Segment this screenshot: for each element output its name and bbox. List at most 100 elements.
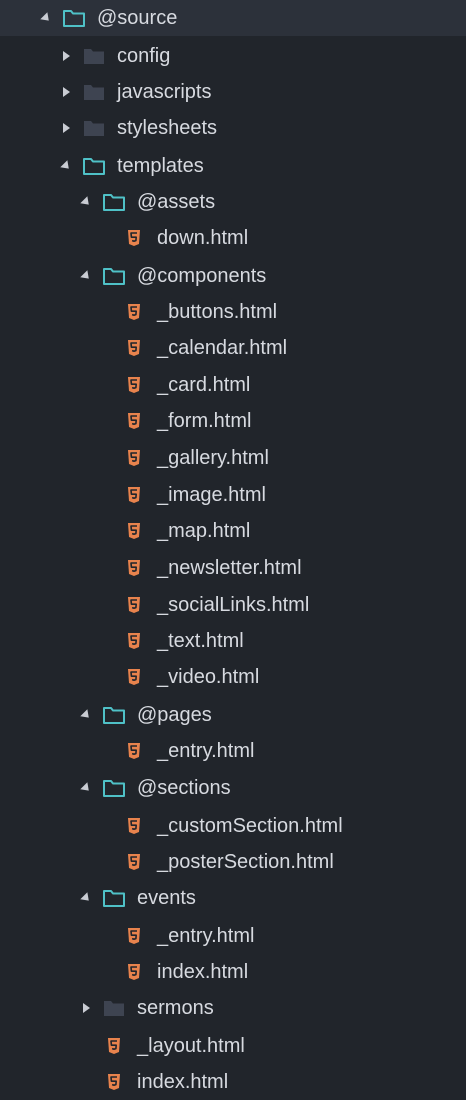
tree-folder-source[interactable]: @source <box>0 0 466 36</box>
html5-file-icon <box>122 337 146 359</box>
html5-file-icon <box>122 484 146 506</box>
folder-open-icon <box>62 7 86 29</box>
folder-open-icon <box>102 191 126 213</box>
folder-open-icon <box>102 265 126 287</box>
tree-item-label: stylesheets <box>117 117 218 139</box>
tree-item-label: events <box>137 887 196 909</box>
tree-item-label: @pages <box>137 704 212 726</box>
tree-item-label: index.html <box>137 1071 229 1093</box>
chevron-down-icon[interactable] <box>80 770 94 806</box>
folder-open-icon <box>82 155 106 177</box>
tree-folder-pages[interactable]: @pages <box>0 697 466 733</box>
html5-file-icon <box>122 815 146 837</box>
chevron-right-icon[interactable] <box>60 38 74 74</box>
tree-file-card-html[interactable]: _card.html <box>0 367 466 403</box>
chevron-down-icon[interactable] <box>60 148 74 184</box>
tree-folder-events[interactable]: events <box>0 880 466 916</box>
tree-file-buttons-html[interactable]: _buttons.html <box>0 294 466 330</box>
folder-open-icon <box>102 777 126 799</box>
tree-file-down-html[interactable]: down.html <box>0 220 466 256</box>
html5-file-icon <box>122 925 146 947</box>
tree-file-text-html[interactable]: _text.html <box>0 623 466 659</box>
tree-item-label: _text.html <box>157 630 244 652</box>
html5-file-icon <box>122 520 146 542</box>
html5-file-icon <box>102 1071 126 1093</box>
tree-file-postersection-html[interactable]: _posterSection.html <box>0 844 466 880</box>
tree-item-label: _entry.html <box>157 740 255 762</box>
tree-item-label: javascripts <box>117 81 212 103</box>
tree-item-label: @source <box>97 7 178 29</box>
tree-item-label: _calendar.html <box>157 337 288 359</box>
tree-item-label: down.html <box>157 227 249 249</box>
tree-item-label: _entry.html <box>157 925 255 947</box>
tree-file-entry-html[interactable]: _entry.html <box>0 733 466 769</box>
tree-file-index-html[interactable]: index.html <box>0 954 466 990</box>
tree-folder-assets[interactable]: @assets <box>0 184 466 220</box>
chevron-right-icon[interactable] <box>60 110 74 146</box>
tree-item-label: _socialLinks.html <box>157 594 310 616</box>
html5-file-icon <box>122 961 146 983</box>
chevron-right-icon[interactable] <box>80 990 94 1026</box>
html5-file-icon <box>102 1035 126 1057</box>
tree-item-label: @components <box>137 265 267 287</box>
tree-item-label: _newsletter.html <box>157 557 302 579</box>
tree-folder-sermons[interactable]: sermons <box>0 990 466 1026</box>
tree-file-gallery-html[interactable]: _gallery.html <box>0 440 466 476</box>
folder-open-icon <box>102 704 126 726</box>
folder-closed-icon <box>82 81 106 103</box>
chevron-down-icon[interactable] <box>80 258 94 294</box>
html5-file-icon <box>122 666 146 688</box>
tree-item-label: sermons <box>137 997 214 1019</box>
tree-item-label: index.html <box>157 961 249 983</box>
tree-item-label: _layout.html <box>137 1035 245 1057</box>
html5-file-icon <box>122 851 146 873</box>
tree-item-label: _card.html <box>157 374 251 396</box>
tree-folder-sections[interactable]: @sections <box>0 770 466 806</box>
tree-folder-components[interactable]: @components <box>0 258 466 294</box>
folder-closed-icon <box>82 117 106 139</box>
tree-folder-javascripts[interactable]: javascripts <box>0 74 466 110</box>
tree-item-label: _form.html <box>157 410 252 432</box>
tree-item-label: @sections <box>137 777 231 799</box>
chevron-down-icon[interactable] <box>80 880 94 916</box>
chevron-down-icon[interactable] <box>80 184 94 220</box>
tree-folder-templates[interactable]: templates <box>0 148 466 184</box>
html5-file-icon <box>122 447 146 469</box>
tree-file-map-html[interactable]: _map.html <box>0 513 466 549</box>
file-tree: @source config javascripts stylesheets templ… <box>0 0 466 1100</box>
tree-folder-stylesheets[interactable]: stylesheets <box>0 110 466 146</box>
tree-file-layout-html[interactable]: _layout.html <box>0 1028 466 1064</box>
html5-file-icon <box>122 374 146 396</box>
tree-file-calendar-html[interactable]: _calendar.html <box>0 330 466 366</box>
folder-closed-icon <box>102 997 126 1019</box>
tree-file-image-html[interactable]: _image.html <box>0 477 466 513</box>
tree-item-label: templates <box>117 155 204 177</box>
folder-open-icon <box>102 887 126 909</box>
tree-item-label: _gallery.html <box>157 447 269 469</box>
html5-file-icon <box>122 594 146 616</box>
html5-file-icon <box>122 630 146 652</box>
tree-file-index-html[interactable]: index.html <box>0 1064 466 1100</box>
html5-file-icon <box>122 740 146 762</box>
tree-item-label: _video.html <box>157 666 260 688</box>
tree-item-label: _customSection.html <box>157 815 343 837</box>
tree-file-newsletter-html[interactable]: _newsletter.html <box>0 550 466 586</box>
html5-file-icon <box>122 301 146 323</box>
html5-file-icon <box>122 410 146 432</box>
tree-item-label: _image.html <box>157 484 266 506</box>
tree-file-sociallinks-html[interactable]: _socialLinks.html <box>0 587 466 623</box>
tree-file-form-html[interactable]: _form.html <box>0 403 466 439</box>
chevron-right-icon[interactable] <box>60 74 74 110</box>
chevron-down-icon[interactable] <box>40 0 54 36</box>
tree-folder-config[interactable]: config <box>0 38 466 74</box>
tree-file-customsection-html[interactable]: _customSection.html <box>0 808 466 844</box>
tree-item-label: _buttons.html <box>157 301 278 323</box>
tree-item-label: @assets <box>137 191 216 213</box>
tree-item-label: _posterSection.html <box>157 851 334 873</box>
chevron-down-icon[interactable] <box>80 697 94 733</box>
tree-file-video-html[interactable]: _video.html <box>0 659 466 695</box>
tree-file-entry-html[interactable]: _entry.html <box>0 918 466 954</box>
tree-item-label: config <box>117 45 171 67</box>
html5-file-icon <box>122 557 146 579</box>
html5-file-icon <box>122 227 146 249</box>
